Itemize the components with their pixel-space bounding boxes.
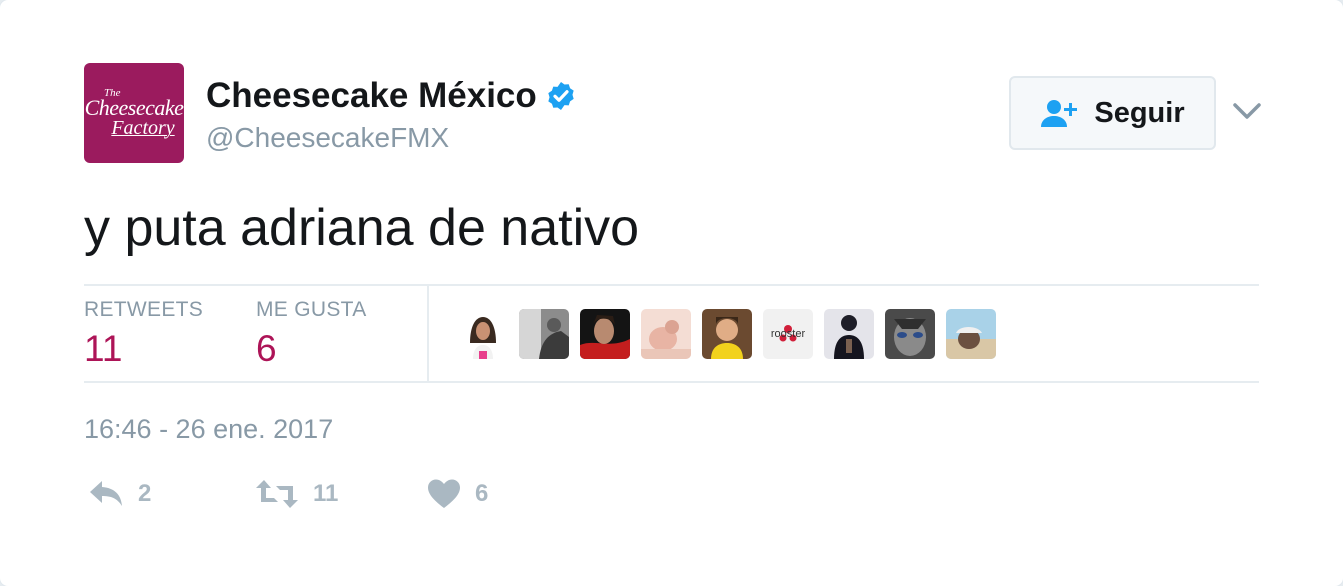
reply-count: 2 [138,480,152,507]
likes-value: 6 [256,328,277,369]
account-avatar[interactable]: The Cheesecake Factory [84,63,184,163]
liker-avatar-2[interactable] [519,309,569,359]
liker-avatar-3[interactable] [580,309,630,359]
tweet-card: The Cheesecake Factory Cheesecake México… [0,0,1343,586]
reply-icon [90,481,122,506]
liker-avatar-9[interactable] [946,309,996,359]
tweet-stats: RETWEETS 11 ME GUSTA 6 rooster [84,284,1259,383]
chevron-down-icon[interactable] [1232,98,1262,124]
avatar-logo-line3: Factory [111,117,175,140]
liker-avatar-5[interactable] [702,309,752,359]
retweets-value: 11 [84,328,123,369]
retweets-label: RETWEETS [84,298,204,321]
follow-button[interactable]: Seguir [1009,76,1216,150]
like-count: 6 [475,480,489,507]
liker-avatar-7[interactable] [824,309,874,359]
display-name-text: Cheesecake México [206,76,537,115]
rooster-logo-text: rooster [771,328,806,340]
tweet-text: y puta adriana de nativo [84,199,640,257]
liker-avatar-1[interactable] [458,309,508,359]
account-handle[interactable]: @CheesecakeFMX [206,122,449,154]
retweet-button[interactable]: 11 [255,478,338,510]
liker-avatars: rooster [458,309,996,359]
stats-divider [427,286,429,381]
likes-label: ME GUSTA [256,298,367,321]
likes-stat[interactable]: ME GUSTA 6 [256,298,367,370]
liker-avatar-8[interactable] [885,309,935,359]
liker-avatar-rooster[interactable]: rooster [763,309,813,359]
person-add-icon [1041,100,1078,127]
reply-button[interactable]: 2 [88,478,151,510]
retweet-icon [256,480,298,508]
retweets-stat[interactable]: RETWEETS 11 [84,298,203,370]
display-name[interactable]: Cheesecake México [206,76,577,116]
avatar-logo-line2: Cheesecake [84,95,184,121]
like-button[interactable]: 6 [427,478,488,510]
retweet-count: 11 [313,480,339,507]
tweet-timestamp[interactable]: 16:46 - 26 ene. 2017 [84,414,333,445]
follow-button-label: Seguir [1094,96,1185,129]
liker-avatar-4[interactable] [641,309,691,359]
verified-badge-icon [548,82,574,110]
heart-icon [428,479,460,508]
